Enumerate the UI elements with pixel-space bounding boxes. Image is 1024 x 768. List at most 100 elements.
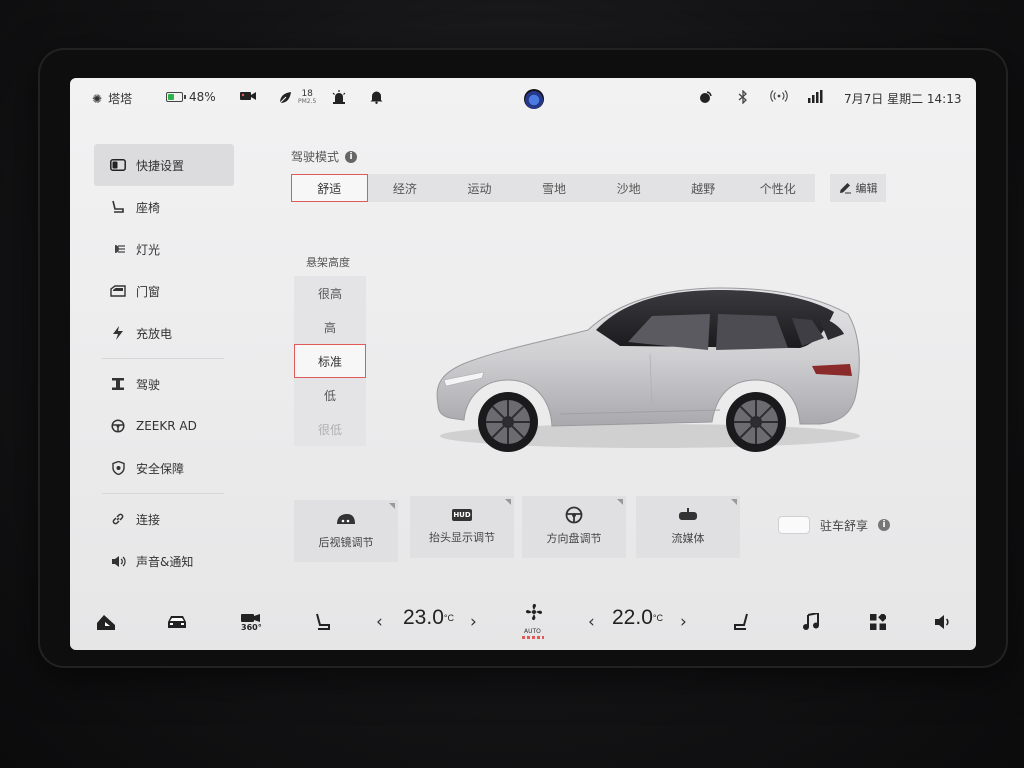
drive-mode-label: 驾驶模式 (291, 150, 340, 164)
info-icon[interactable]: i (345, 150, 358, 163)
speaker-icon (110, 554, 126, 568)
hud-adjust-button[interactable]: HUD 抬头显示调节 (410, 496, 514, 558)
left-temperature: 23.0 °C (403, 606, 454, 629)
sidebar-item-label: 声音&通知 (136, 554, 194, 569)
light-icon (110, 242, 126, 256)
left-temp-value: 23.0 (403, 606, 444, 629)
bluetooth-icon (738, 90, 747, 104)
home-button[interactable] (96, 612, 116, 632)
music-button[interactable] (802, 612, 820, 632)
drive-icon (110, 377, 126, 391)
clock: 7月7日 星期二 14:13 (844, 90, 961, 107)
infotainment-screen: ✺ 塔塔 48% 18 PM2.5 7月7日 星期二 14:13 快捷设置 座椅… (70, 78, 976, 650)
sidebar-item-light[interactable]: 灯光 (94, 228, 234, 270)
cellular-signal-icon (808, 90, 823, 103)
chevron-left-icon: ‹ (376, 612, 383, 632)
mirror-icon (335, 512, 357, 526)
dashcam-status[interactable] (240, 90, 256, 102)
quick-button-label: 方向盘调节 (546, 532, 602, 545)
sidebar-item-quick-settings[interactable]: 快捷设置 (94, 144, 234, 186)
fan-mode-label: AUTO (524, 628, 541, 635)
seat-icon (316, 613, 330, 630)
air-quality[interactable]: 18 PM2.5 (278, 90, 316, 106)
driver-seat-button[interactable] (314, 612, 332, 632)
fan-auto-button[interactable] (524, 602, 544, 622)
apps-button[interactable] (870, 612, 886, 632)
cellular-status (808, 90, 824, 103)
battery-level: 48% (189, 90, 216, 104)
tab-snow[interactable]: 雪地 (517, 174, 592, 202)
suspension-option-very-high[interactable]: 很高 (294, 276, 366, 310)
alert-status[interactable] (332, 90, 346, 104)
suspension-option-very-low[interactable]: 很低 (294, 412, 366, 446)
drive-mode-selector: 舒适 经济 运动 雪地 沙地 越野 个性化 (291, 174, 815, 202)
streaming-media-button[interactable]: 流媒体 (636, 496, 740, 558)
sidebar-item-safety[interactable]: 安全保障 (94, 447, 234, 489)
sidebar-item-drive[interactable]: 驾驶 (94, 363, 234, 405)
network-status[interactable] (698, 90, 713, 104)
wireless-status[interactable] (770, 90, 788, 102)
sidebar-item-label: 门窗 (136, 284, 161, 299)
apps-grid-icon (870, 614, 886, 630)
user-profile[interactable]: ✺ 塔塔 (92, 90, 132, 107)
sidebar-item-connect[interactable]: 连接 (94, 498, 234, 540)
bottom-dock: 360° ‹ 23.0 °C › AUTO ‹ 22.0 °C › (70, 594, 976, 650)
bluetooth-status[interactable] (738, 90, 748, 104)
right-temp-down[interactable]: ‹ (588, 612, 595, 632)
left-temp-down[interactable]: ‹ (376, 612, 383, 632)
tab-eco[interactable]: 经济 (368, 174, 443, 202)
car-icon (168, 616, 186, 628)
suspension-title: 悬架高度 (306, 256, 350, 269)
sidebar-item-label: 驾驶 (136, 377, 161, 392)
siren-icon (332, 90, 346, 104)
passenger-seat-button[interactable] (732, 612, 750, 632)
suspension-option-high[interactable]: 高 (294, 310, 366, 344)
steering-wheel-icon (110, 419, 126, 433)
edit-button[interactable]: 编辑 (830, 174, 886, 202)
sidebar-item-label: 安全保障 (136, 461, 185, 476)
vehicle-button[interactable] (166, 612, 188, 632)
shield-icon (110, 461, 126, 475)
info-icon[interactable]: i (878, 519, 891, 531)
mirror-adjust-button[interactable]: 后视镜调节 (294, 500, 398, 562)
leaf-icon (279, 92, 291, 104)
date-time: 7月7日 星期二 14:13 (844, 92, 962, 106)
camera-360-button[interactable]: 360° (240, 612, 262, 632)
sidebar-item-seat[interactable]: 座椅 (94, 186, 234, 228)
volume-button[interactable] (934, 612, 952, 632)
seat-icon (110, 200, 126, 214)
right-temp-up[interactable]: › (680, 612, 687, 632)
steering-wheel-adjust-button[interactable]: 方向盘调节 (522, 496, 626, 558)
svg-text:360°: 360° (241, 623, 262, 631)
notifications[interactable] (370, 90, 383, 104)
parking-comfort-toggle[interactable] (778, 516, 810, 534)
fan-icon (525, 603, 543, 621)
chevron-right-icon: › (680, 612, 687, 632)
suspension-height-selector: 很高 高 标准 低 很低 (294, 276, 366, 446)
tab-sport[interactable]: 运动 (442, 174, 517, 202)
left-temp-up[interactable]: › (470, 612, 477, 632)
tab-custom[interactable]: 个性化 (740, 174, 815, 202)
music-note-icon (803, 613, 819, 630)
car-model-image (436, 287, 860, 452)
fan-level-indicator (522, 636, 544, 639)
tab-offroad[interactable]: 越野 (666, 174, 741, 202)
sidebar-item-sound[interactable]: 声音&通知 (94, 540, 234, 582)
tab-comfort[interactable]: 舒适 (291, 174, 368, 202)
sidebar-item-label: 灯光 (136, 242, 161, 257)
assistant-avatar-icon[interactable] (524, 89, 544, 109)
sidebar-item-zeekr-ad[interactable]: ZEEKR AD (94, 405, 234, 447)
suspension-option-low[interactable]: 低 (294, 378, 366, 412)
sidebar-divider (102, 493, 224, 494)
sidebar-item-label: ZEEKR AD (136, 419, 197, 433)
sidebar-item-door-window[interactable]: 门窗 (94, 270, 234, 312)
volume-icon (935, 615, 949, 629)
quick-button-label: 抬头显示调节 (429, 531, 495, 544)
sidebar-item-charge[interactable]: 充放电 (94, 312, 234, 354)
door-window-icon (110, 284, 126, 298)
tab-sand[interactable]: 沙地 (591, 174, 666, 202)
settings-sidebar: 快捷设置 座椅 灯光 门窗 充放电 驾驶 ZEEKR AD 安全保障 连接 声音… (94, 144, 234, 582)
pm-unit: PM2.5 (298, 98, 317, 105)
chevron-right-icon: › (470, 612, 477, 632)
suspension-option-standard[interactable]: 标准 (294, 344, 366, 378)
